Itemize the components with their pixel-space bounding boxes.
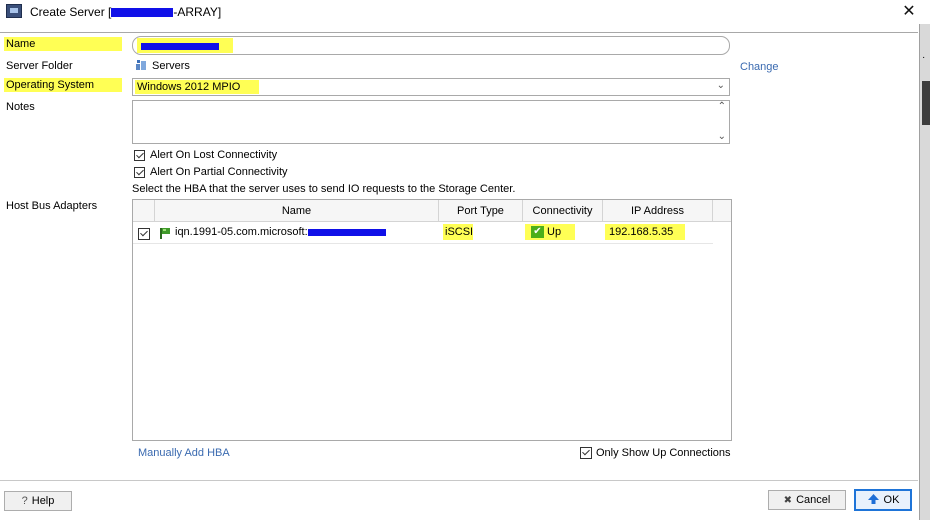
- hba-table: Name Port Type Connectivity IP Address i…: [132, 199, 732, 441]
- alert-partial-checkbox[interactable]: [134, 167, 145, 178]
- os-label: Operating System: [6, 79, 95, 91]
- alert-lost-label: Alert On Lost Connectivity: [150, 149, 278, 161]
- only-up-label: Only Show Up Connections: [596, 447, 731, 459]
- window-title: Create Server [ -ARRAY]: [30, 5, 221, 19]
- window-title-suffix: -ARRAY]: [173, 5, 222, 19]
- cancel-icon: ✖: [783, 494, 793, 506]
- table-row[interactable]: iqn.1991-05.com.microsoft: iSCSI ✔ Up 19…: [133, 223, 713, 244]
- up-arrow-icon: [867, 493, 880, 508]
- name-field[interactable]: [132, 36, 730, 55]
- ok-button[interactable]: OK: [854, 489, 912, 511]
- alert-partial-label: Alert On Partial Connectivity: [150, 166, 288, 178]
- hba-instruction: Select the HBA that the server uses to s…: [132, 183, 516, 195]
- servers-icon: [135, 59, 147, 71]
- background-window-strip: ·: [919, 24, 930, 520]
- form-area: Name Server Folder Servers Change Operat…: [0, 32, 918, 479]
- help-icon: ?: [21, 495, 28, 507]
- footer-separator: [0, 480, 918, 481]
- background-window-block: [922, 81, 930, 125]
- hba-name-redaction: [307, 228, 386, 236]
- status-up-icon: ✔: [531, 226, 544, 238]
- window-title-prefix: Create Server [: [30, 5, 112, 19]
- title-redaction: [111, 8, 174, 18]
- table-header-ip[interactable]: IP Address: [603, 200, 713, 222]
- cancel-button[interactable]: ✖ Cancel: [768, 490, 846, 510]
- app-icon: [6, 4, 22, 18]
- server-folder-label: Server Folder: [6, 60, 73, 72]
- close-button[interactable]: ✕: [898, 2, 920, 22]
- hba-label: Host Bus Adapters: [6, 200, 98, 212]
- alert-lost-checkbox[interactable]: [134, 150, 145, 161]
- help-button[interactable]: ? Help: [4, 491, 72, 511]
- table-header-filler: [713, 200, 731, 222]
- name-label: Name: [6, 38, 36, 50]
- os-value: Windows 2012 MPIO: [137, 81, 241, 93]
- hba-port-type: iSCSI: [445, 226, 474, 238]
- manually-add-hba-link[interactable]: Manually Add HBA: [138, 447, 230, 459]
- table-header-name[interactable]: Name: [155, 200, 439, 222]
- table-header-connectivity[interactable]: Connectivity: [523, 200, 603, 222]
- os-select[interactable]: Windows 2012 MPIO ⌄: [132, 78, 730, 96]
- chevron-down-icon[interactable]: ⌄: [717, 80, 725, 91]
- cancel-label: Cancel: [796, 494, 831, 506]
- table-header-check: [133, 200, 155, 222]
- notes-label: Notes: [6, 101, 35, 113]
- hba-port-icon: [159, 227, 171, 239]
- notes-textarea[interactable]: ⌃ ⌄: [132, 100, 730, 144]
- title-bar: Create Server [ -ARRAY] ✕: [0, 0, 930, 24]
- ok-label: OK: [883, 494, 900, 506]
- change-folder-link[interactable]: Change: [740, 61, 779, 73]
- scroll-down-icon[interactable]: ⌄: [718, 131, 726, 142]
- hba-connectivity: Up: [547, 226, 562, 238]
- server-folder-value: Servers: [152, 60, 190, 72]
- hba-name: iqn.1991-05.com.microsoft:: [175, 226, 386, 238]
- hba-ip-address: 192.168.5.35: [609, 226, 674, 238]
- background-window-text: ·: [922, 52, 926, 63]
- only-up-checkbox[interactable]: [580, 447, 592, 459]
- help-label: Help: [31, 495, 55, 507]
- table-header-port-type[interactable]: Port Type: [439, 200, 523, 222]
- hba-row-checkbox[interactable]: [138, 228, 150, 240]
- name-redaction: [141, 43, 219, 50]
- hba-name-text: iqn.1991-05.com.microsoft:: [175, 226, 308, 238]
- scroll-up-icon[interactable]: ⌃: [718, 101, 726, 112]
